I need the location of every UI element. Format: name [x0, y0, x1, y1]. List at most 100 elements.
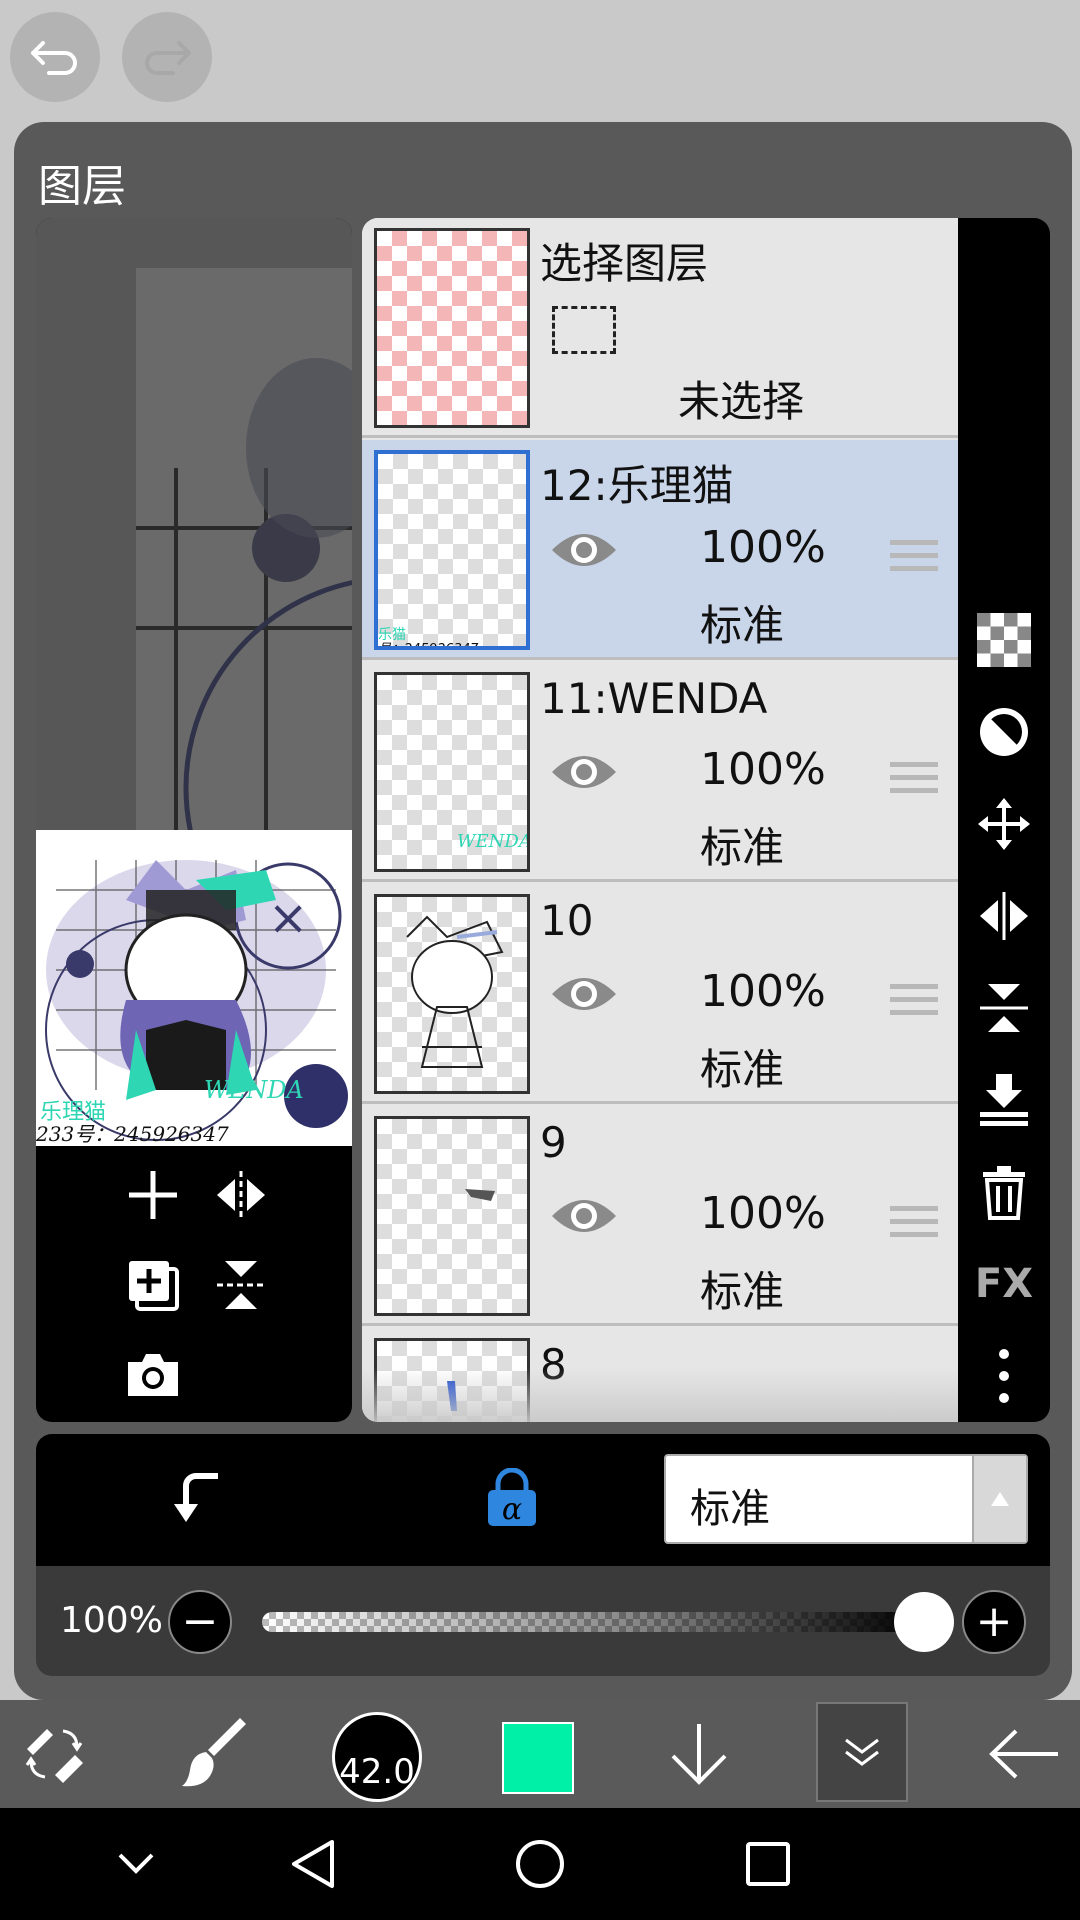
clipping-icon [174, 1473, 218, 1522]
layer-row-10[interactable]: 10 100% 标准 [362, 884, 958, 1104]
redo-button[interactable] [122, 12, 212, 102]
invert-button[interactable] [976, 704, 1032, 760]
layers-toggle-button[interactable] [816, 1702, 908, 1802]
alpha-lock-button[interactable]: α [474, 1460, 550, 1536]
svg-text:α: α [502, 1492, 522, 1527]
fx-button[interactable]: FX [974, 1256, 1034, 1312]
plus-icon: + [975, 1596, 1013, 1647]
layer-blend-mode: 标准 [700, 1267, 785, 1316]
add-layer-button[interactable] [118, 1160, 188, 1230]
more-vertical-icon [999, 1349, 1009, 1403]
eye-icon[interactable] [550, 1194, 618, 1238]
tool-swap-button[interactable] [18, 1718, 90, 1790]
layer-row-12[interactable]: 乐猫 号：245926347 12:乐理猫 100% 标准 [362, 440, 958, 660]
layer-name: 10 [540, 896, 594, 945]
blend-mode-dropdown-button[interactable] [972, 1456, 1026, 1542]
layer-opacity: 100% [700, 744, 826, 795]
undo-button[interactable] [10, 12, 100, 102]
brush-size-label: 42.0 [339, 1752, 415, 1792]
system-nav-bar [0, 1808, 1080, 1920]
list-fade [362, 1368, 958, 1422]
layer-list: 选择图层 未选择 乐猫 号：245926347 12:乐理猫 100% 标准 W… [362, 218, 958, 1422]
minus-icon: − [181, 1596, 219, 1647]
panel-title: 图层 [38, 161, 126, 212]
arrow-down-button[interactable] [664, 1718, 734, 1790]
selection-layer-row[interactable]: 选择图层 未选择 [362, 218, 958, 438]
layer-row-9[interactable]: 9 100% 标准 [362, 1106, 958, 1326]
color-swatch[interactable] [502, 1722, 574, 1794]
layer-blend-mode: 标准 [700, 601, 785, 650]
opacity-decrease-button[interactable]: − [168, 1590, 232, 1654]
clipping-button[interactable] [162, 1462, 234, 1534]
canvas-area[interactable] [136, 268, 352, 996]
eye-icon[interactable] [550, 972, 618, 1016]
thumb-wenda: WENDA [204, 1076, 304, 1104]
selection-layer-thumbnail [374, 228, 530, 428]
chevron-down-icon [118, 1853, 154, 1874]
flip-vertical-button[interactable] [976, 980, 1032, 1036]
eye-icon[interactable] [550, 528, 618, 572]
brush-icon [182, 1718, 246, 1787]
layer-thumbnail [374, 1116, 530, 1316]
move-icon [978, 798, 1030, 850]
layer-opacity: 100% [700, 522, 826, 573]
redo-icon [145, 41, 191, 75]
selection-status: 未选择 [678, 377, 805, 426]
opacity-slider[interactable] [262, 1612, 922, 1632]
merge-down-icon [980, 1074, 1028, 1126]
copy-layer-icon [129, 1261, 179, 1311]
layer-blend-mode: 标准 [700, 823, 785, 872]
layer-opacity: 100% [700, 966, 826, 1017]
transparency-icon [977, 613, 1031, 667]
flip-horizontal-icon [980, 892, 1028, 940]
transparency-button[interactable] [976, 612, 1032, 668]
arrow-down-icon [671, 1724, 727, 1785]
selection-layer-title: 选择图层 [540, 239, 709, 288]
flip-vertical-icon [217, 1261, 265, 1309]
flip-horizontal-button[interactable] [976, 888, 1032, 944]
fx-icon: FX [974, 1261, 1034, 1307]
more-options-button[interactable] [976, 1348, 1032, 1404]
tool-swap-icon [25, 1729, 83, 1783]
opacity-increase-button[interactable]: + [962, 1590, 1026, 1654]
camera-icon [128, 1354, 178, 1396]
nav-hide-button[interactable] [108, 1838, 164, 1888]
selection-marquee-icon [552, 306, 616, 354]
canvas-preview-column: × 乐理猫 233号：245926347 WENDA [36, 218, 352, 1422]
opacity-label: 100% [60, 1600, 163, 1641]
brush-tool-button[interactable] [176, 1718, 256, 1790]
trash-icon [983, 1166, 1025, 1220]
nav-back-icon [292, 1840, 334, 1888]
layer-tools-sidebar: FX [958, 218, 1050, 1422]
merge-down-button[interactable] [976, 1072, 1032, 1128]
drag-handle-icon[interactable] [890, 762, 938, 802]
drag-handle-icon[interactable] [890, 984, 938, 1024]
canvas-background [36, 218, 352, 996]
nav-home-button[interactable] [510, 1834, 570, 1894]
back-button[interactable] [984, 1718, 1064, 1790]
flip-layer-horizontal-button[interactable] [206, 1160, 276, 1230]
canvas-thumbnail[interactable]: × 乐理猫 233号：245926347 WENDA [36, 830, 352, 1146]
drag-handle-icon[interactable] [890, 540, 938, 580]
eye-icon[interactable] [550, 750, 618, 794]
nav-recents-button[interactable] [738, 1834, 798, 1894]
nav-home-icon [516, 1840, 564, 1888]
opacity-slider-knob[interactable] [894, 1592, 954, 1652]
copy-layer-button[interactable] [118, 1250, 188, 1320]
move-button[interactable] [976, 796, 1032, 852]
layer-thumbnail: WENDA [374, 672, 530, 872]
undo-icon [31, 41, 77, 75]
camera-button[interactable] [118, 1340, 188, 1410]
layer-blend-mode: 标准 [700, 1045, 785, 1094]
flip-horizontal-icon [217, 1171, 265, 1219]
layer-row-11[interactable]: WENDA 11:WENDA 100% 标准 [362, 662, 958, 882]
layer11-thumb-text: WENDA [457, 831, 530, 852]
canvas-sketch [136, 358, 352, 996]
drag-handle-icon[interactable] [890, 1206, 938, 1246]
layer-name: 9 [540, 1118, 567, 1167]
nav-back-button[interactable] [282, 1834, 342, 1894]
delete-layer-button[interactable] [976, 1164, 1032, 1220]
caret-up-icon [991, 1492, 1009, 1506]
flip-layer-vertical-button[interactable] [206, 1250, 276, 1320]
nav-recents-icon [746, 1842, 790, 1886]
